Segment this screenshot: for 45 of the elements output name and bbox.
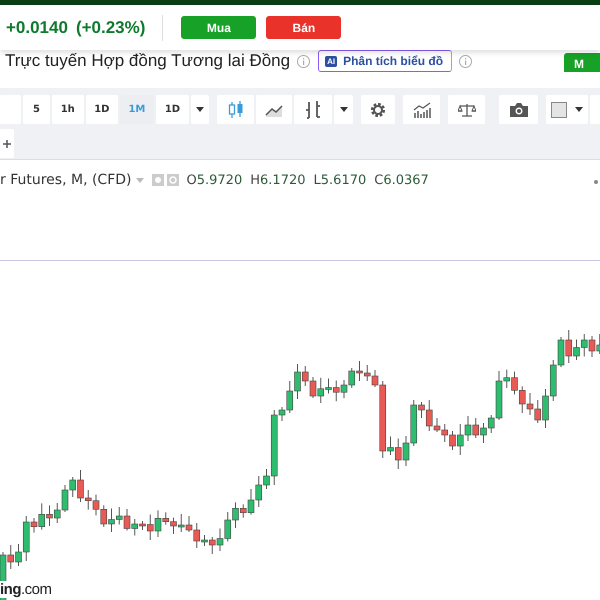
dropdown-button[interactable]: [191, 95, 210, 124]
toolbar-button[interactable]: [499, 95, 538, 124]
chart-type-button[interactable]: [217, 95, 254, 124]
dropdown-button[interactable]: [334, 95, 353, 124]
toolbar-button[interactable]: [360, 95, 396, 124]
legend-value: 6.0367: [383, 172, 429, 188]
toolbar-button[interactable]: [402, 95, 440, 124]
caret-icon: [340, 107, 348, 112]
legend-label: C: [374, 172, 384, 188]
timeframe-tab[interactable]: 1h: [52, 95, 84, 124]
page-title: Trực tuyến Hợp đồng Tương lai Đồng: [5, 51, 290, 71]
timeframe-tab[interactable]: 1D: [156, 95, 190, 124]
chart-type-button[interactable]: [294, 95, 332, 124]
indicators-icon: [412, 102, 431, 118]
timeframe-tab[interactable]: 1D: [86, 95, 118, 124]
legend-label: H: [250, 172, 260, 188]
price-change: +0.0140: [6, 18, 68, 38]
percent-change: (+0.23%): [76, 18, 146, 38]
plus-icon: [3, 138, 11, 148]
analysis-button[interactable]: AI Phân tích biểu đồ: [318, 50, 452, 72]
caret-icon: [136, 178, 144, 182]
chart-logo: ing.com: [0, 581, 54, 598]
info-icon: [297, 54, 310, 68]
symbol-label: r Futures, M, (CFD): [0, 172, 132, 188]
sell-button[interactable]: Bán: [266, 16, 342, 39]
scale-icon: [458, 102, 476, 116]
caret-icon: [575, 107, 584, 112]
add-button[interactable]: [0, 129, 14, 158]
toolbar-button[interactable]: [448, 95, 486, 124]
chart-type-button[interactable]: [256, 95, 292, 124]
eye-icon: [152, 174, 164, 186]
legend-value: 5.9720: [196, 172, 242, 188]
legend-label: O: [186, 172, 197, 188]
legend-label: L: [314, 172, 321, 188]
legend-dot: [594, 180, 598, 184]
legend-value: 6.1720: [260, 172, 306, 188]
caret-icon: [196, 107, 204, 112]
camera-icon: [508, 102, 529, 118]
color-swatch-icon: [551, 102, 568, 118]
settings-icon: [368, 100, 387, 118]
color-button[interactable]: [546, 95, 588, 124]
gear-icon: [166, 174, 178, 186]
legend-value: 5.6170: [320, 172, 366, 188]
info-icon: [459, 54, 472, 68]
timeframe-tab[interactable]: 5: [23, 95, 50, 124]
